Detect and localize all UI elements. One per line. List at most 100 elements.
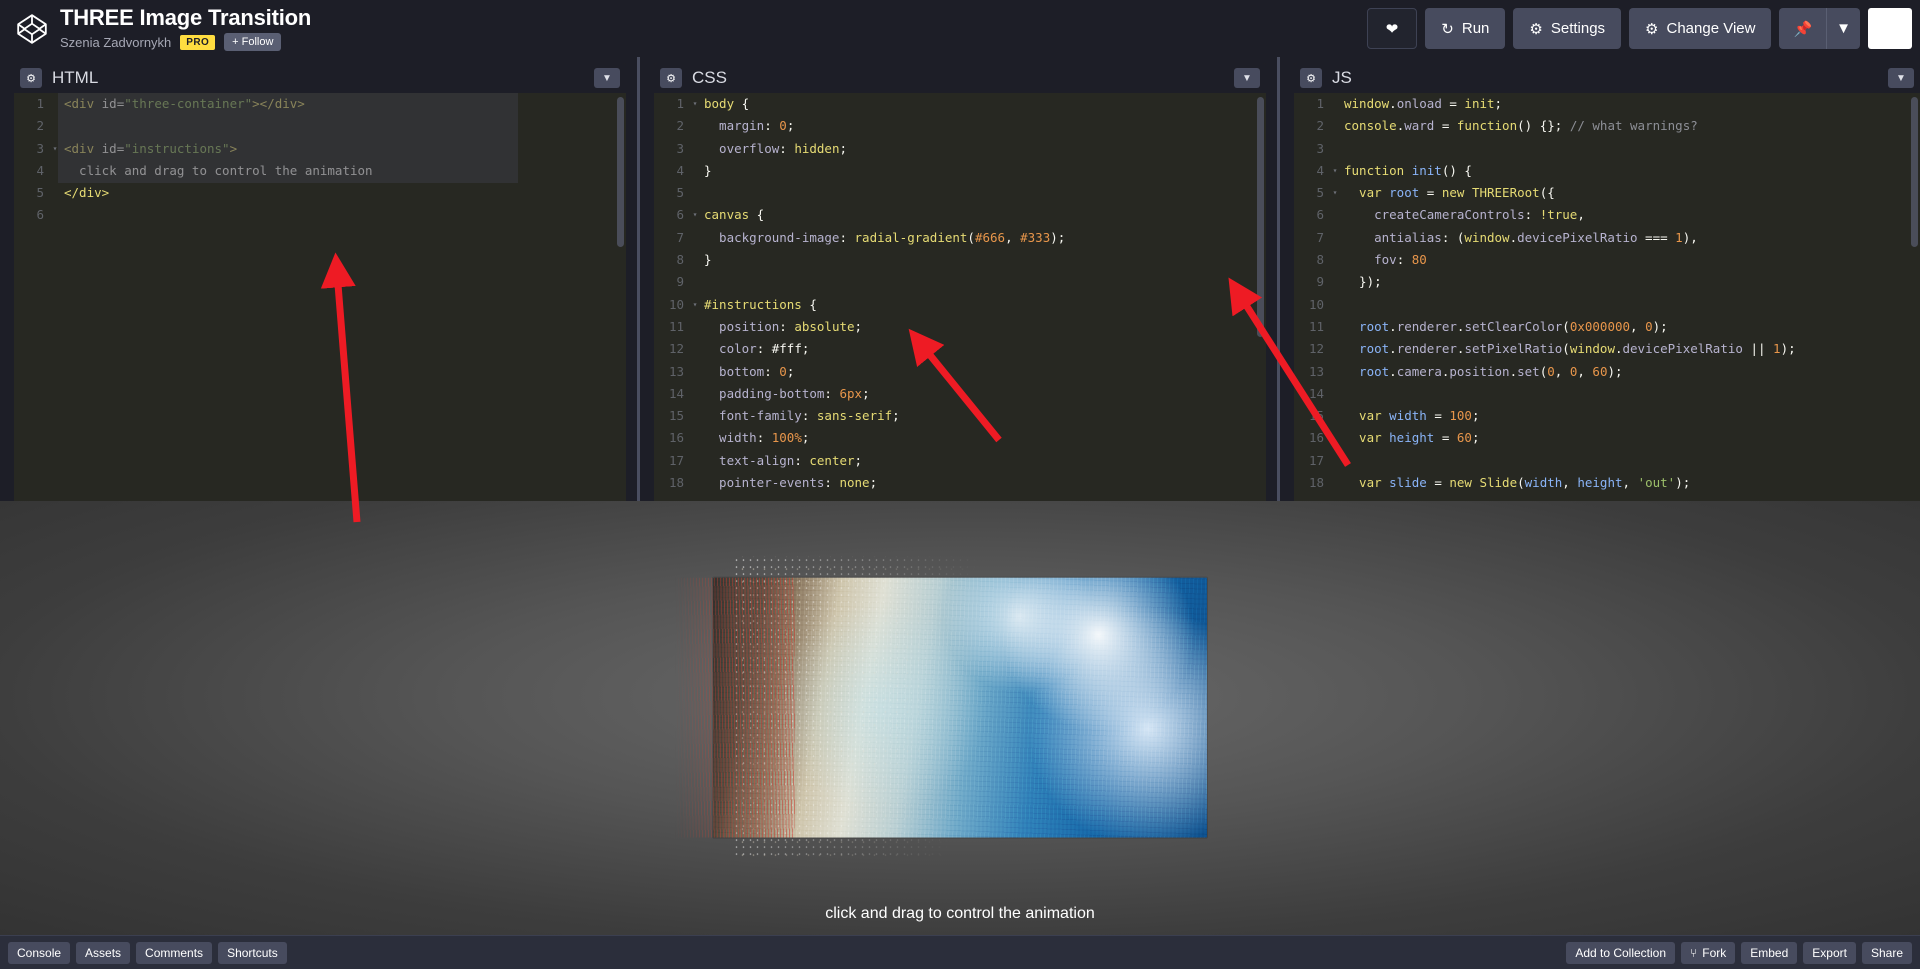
line-number: 11 [668, 318, 684, 334]
line-number: 13 [668, 363, 684, 379]
line-number: 9 [676, 274, 684, 290]
line-number: 12 [1308, 341, 1324, 357]
fold-toggle-icon [1330, 271, 1340, 293]
line-number: 16 [1308, 430, 1324, 446]
fork-button[interactable]: ⑂ Fork [1681, 941, 1736, 964]
chevron-down-icon[interactable]: ▼ [1888, 68, 1914, 88]
code-line: 5 </div> [14, 182, 626, 204]
run-button[interactable]: ↻ Run [1425, 8, 1506, 49]
top-header: THREE Image Transition Szenia Zadvornykh… [0, 0, 1920, 57]
code-text: } [704, 252, 712, 268]
codepen-logo-icon[interactable] [6, 12, 58, 46]
fold-toggle-icon [50, 93, 60, 115]
gear-icon[interactable]: ⚙ [20, 68, 42, 88]
fold-toggle-icon [690, 160, 700, 182]
line-number: 7 [676, 229, 684, 245]
code-line: 18 var slide = new Slide(width, height, … [1294, 472, 1920, 494]
code-line: 15 var width = 100; [1294, 405, 1920, 427]
code-text: root.renderer.setClearColor(0x000000, 0)… [1344, 318, 1668, 334]
line-number: 5 [36, 185, 44, 201]
line-number: 2 [1316, 118, 1324, 134]
line-number: 4 [676, 162, 684, 178]
code-text: text-align: center; [704, 452, 863, 468]
assets-button[interactable]: Assets [76, 941, 131, 964]
code-text: function init() { [1344, 162, 1472, 178]
particle-streaks [675, 577, 795, 838]
code-line: 10 [1294, 294, 1920, 316]
code-text: overflow: hidden; [704, 140, 848, 156]
code-line: 6 ▾ canvas { [654, 204, 1266, 226]
embed-button[interactable]: Embed [1741, 941, 1798, 964]
share-button[interactable]: Share [1861, 941, 1912, 964]
chevron-down-icon[interactable]: ▼ [1234, 68, 1260, 88]
pin-dropdown-button[interactable]: ▼ [1826, 8, 1860, 49]
three-canvas[interactable] [675, 556, 1207, 859]
author-name[interactable]: Szenia Zadvornykh [60, 35, 171, 50]
code-text: root.renderer.setPixelRatio(window.devic… [1344, 341, 1796, 357]
like-button[interactable]: ❤ [1366, 8, 1418, 49]
line-number: 2 [676, 118, 684, 134]
scrollbar-html[interactable] [617, 97, 624, 247]
code-line: 1 window.onload = init; [1294, 93, 1920, 115]
fold-toggle-icon [690, 115, 700, 137]
pane-divider-2[interactable] [1277, 57, 1280, 501]
code-editor-js[interactable]: 1 window.onload = init; 2 console.ward = fu… [1294, 93, 1920, 501]
fold-toggle-icon [690, 316, 700, 338]
line-number: 8 [676, 252, 684, 268]
fold-toggle-icon[interactable]: ▾ [690, 93, 700, 115]
line-number: 6 [676, 207, 684, 223]
fold-toggle-icon [1330, 405, 1340, 427]
code-editor-css[interactable]: 1 ▾ body {2 margin: 0; 3 overflow: hidden; 4… [654, 93, 1266, 501]
fold-toggle-icon[interactable]: ▾ [1330, 160, 1340, 182]
fold-toggle-icon[interactable]: ▾ [690, 294, 700, 316]
code-line: 8 fov: 80 [1294, 249, 1920, 271]
change-view-button[interactable]: ⚙ Change View [1629, 8, 1772, 49]
fold-toggle-icon [690, 472, 700, 494]
gear-icon[interactable]: ⚙ [660, 68, 682, 88]
pin-button[interactable]: 📌 [1779, 8, 1827, 49]
pane-header-html: ⚙ HTML ▼ [14, 63, 626, 93]
follow-button[interactable]: + Follow [224, 33, 282, 51]
pane-label-js: JS [1332, 68, 1352, 87]
fold-toggle-icon[interactable]: ▾ [1330, 182, 1340, 204]
refresh-icon: ↻ [1441, 20, 1454, 38]
add-to-collection-button[interactable]: Add to Collection [1566, 941, 1676, 964]
code-text: root.camera.position.set(0, 0, 60); [1344, 363, 1623, 379]
fold-toggle-icon[interactable]: ▾ [50, 138, 60, 160]
code-text: color: #fff; [704, 341, 810, 357]
gear-icon[interactable]: ⚙ [1300, 68, 1322, 88]
fold-toggle-icon [1330, 93, 1340, 115]
console-button[interactable]: Console [8, 941, 71, 964]
code-text: console.ward = function() {}; // what wa… [1344, 118, 1698, 134]
fold-toggle-icon [690, 405, 700, 427]
code-text: font-family: sans-serif; [704, 408, 900, 424]
code-line: 12 color: #fff; [654, 338, 1266, 360]
chevron-down-icon[interactable]: ▼ [594, 68, 620, 88]
code-text: fov: 80 [1344, 252, 1427, 268]
settings-button[interactable]: ⚙ Settings [1513, 8, 1622, 49]
code-editor-html[interactable]: 1 <div id="three-container"></div> 2 3 ▾ <div… [14, 93, 626, 501]
fold-toggle-icon [50, 204, 60, 226]
preview-iframe[interactable]: click and drag to control the animation [0, 501, 1920, 935]
line-number: 12 [668, 341, 684, 357]
fold-toggle-icon [1330, 450, 1340, 472]
pane-divider-1[interactable] [637, 57, 640, 501]
button-label: Share [1870, 945, 1903, 960]
shortcuts-button[interactable]: Shortcuts [218, 941, 287, 964]
fold-toggle-icon[interactable]: ▾ [690, 204, 700, 226]
export-button[interactable]: Export [1803, 941, 1856, 964]
scrollbar-js[interactable] [1911, 97, 1918, 247]
code-text: var slide = new Slide(width, height, 'ou… [1344, 475, 1691, 491]
code-line: 12 root.renderer.setPixelRatio(window.de… [1294, 338, 1920, 360]
bottom-right-buttons: Add to Collection ⑂ Fork Embed Export Share [1560, 941, 1912, 964]
code-line: 6 createCameraControls: !true, [1294, 204, 1920, 226]
avatar[interactable] [1868, 8, 1912, 49]
scrollbar-css[interactable] [1257, 97, 1264, 337]
code-line: 8} [654, 249, 1266, 271]
pin-button-group: 📌 ▼ [1779, 8, 1860, 49]
code-line: 4 ▾ function init() { [1294, 160, 1920, 182]
line-number: 13 [1308, 363, 1324, 379]
comments-button[interactable]: Comments [136, 941, 213, 964]
